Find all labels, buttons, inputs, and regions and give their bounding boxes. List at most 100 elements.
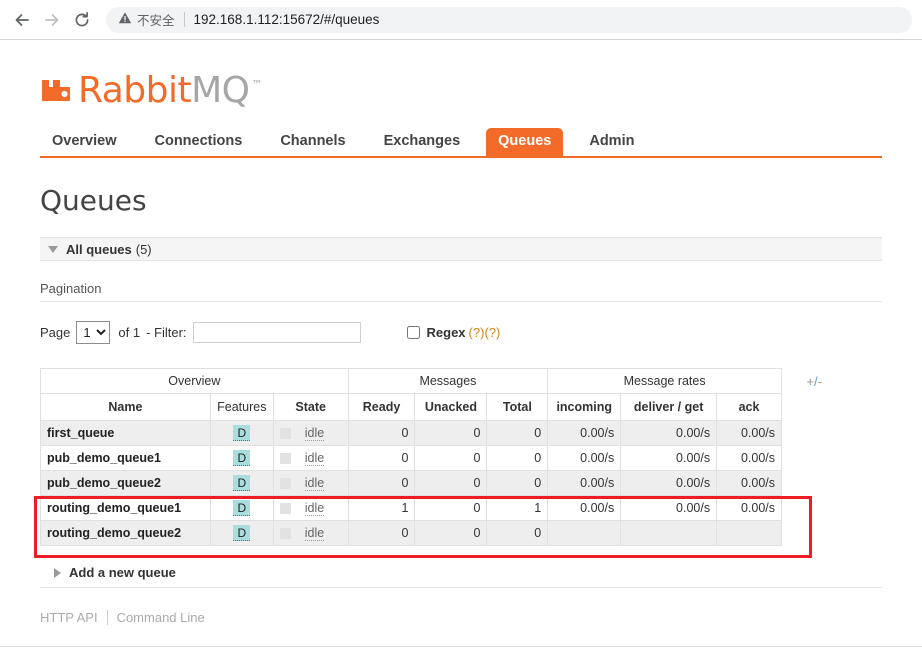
address-bar[interactable]: 不安全 192.168.1.112:15672/#/queues xyxy=(106,6,912,33)
durable-badge: D xyxy=(233,450,251,466)
queue-unacked: 0 xyxy=(414,445,488,471)
nav-item-exchanges[interactable]: Exchanges xyxy=(372,128,473,156)
table-row[interactable]: pub_demo_queue1 D idle 0 0 0 0.00/s 0.00… xyxy=(40,445,782,471)
queue-features: D xyxy=(209,520,274,546)
queue-incoming-rate: 0.00/s xyxy=(547,445,622,471)
table-group-header-row: Overview Messages Message rates xyxy=(40,368,782,394)
group-header-message-rates: Message rates xyxy=(547,368,782,394)
durable-badge: D xyxy=(233,525,251,541)
footer-links: HTTP API Command Line xyxy=(40,610,882,625)
queue-features: D xyxy=(209,495,274,521)
column-header-ready[interactable]: Ready xyxy=(347,393,416,421)
queue-unacked: 0 xyxy=(414,470,488,496)
arrow-right-icon xyxy=(42,10,62,30)
nav-item-connections[interactable]: Connections xyxy=(143,128,255,156)
queue-ready: 0 xyxy=(347,520,416,546)
nav-item-admin[interactable]: Admin xyxy=(577,128,646,156)
durable-badge: D xyxy=(233,500,251,516)
all-queues-count: (5) xyxy=(135,241,152,257)
queue-state: idle xyxy=(272,445,349,471)
group-header-messages: Messages xyxy=(347,368,549,394)
queue-ack-rate: 0.00/s xyxy=(716,470,782,496)
column-header-features: Features xyxy=(209,393,274,421)
regex-checkbox[interactable] xyxy=(406,326,420,339)
column-header-state[interactable]: State xyxy=(272,393,349,421)
state-indicator-icon xyxy=(279,502,291,514)
column-header-incoming[interactable]: incoming xyxy=(547,393,622,421)
state-indicator-icon xyxy=(279,527,291,539)
table-row[interactable]: routing_demo_queue2 D idle 0 0 0 xyxy=(40,520,782,546)
queue-incoming-rate: 0.00/s xyxy=(547,470,622,496)
queue-name[interactable]: pub_demo_queue2 xyxy=(40,470,211,496)
reload-button[interactable] xyxy=(67,5,97,35)
logo-word-rabbit: Rabbit xyxy=(78,70,192,111)
add-new-queue-label: Add a new queue xyxy=(69,565,176,580)
queue-ack-rate: 0.00/s xyxy=(716,445,782,471)
command-line-link[interactable]: Command Line xyxy=(117,610,205,625)
queue-ready: 0 xyxy=(347,470,416,496)
page-content: RabbitMQ ™ Overview Connections Channels … xyxy=(34,40,882,625)
regex-option: Regex (?) (?) xyxy=(406,325,500,340)
state-indicator-icon xyxy=(279,427,291,439)
add-new-queue-section[interactable]: Add a new queue xyxy=(40,564,882,588)
page-select[interactable]: 1 xyxy=(76,321,111,344)
state-label: idle xyxy=(304,450,325,466)
table-row[interactable]: pub_demo_queue2 D idle 0 0 0 0.00/s 0.00… xyxy=(40,470,782,496)
group-header-overview: Overview xyxy=(40,368,349,394)
queue-incoming-rate: 0.00/s xyxy=(547,420,622,446)
queue-total: 0 xyxy=(486,520,549,546)
page-viewport: RabbitMQ ™ Overview Connections Channels … xyxy=(0,40,922,671)
column-header-name[interactable]: Name xyxy=(40,393,211,421)
state-label: idle xyxy=(304,525,325,541)
reload-icon xyxy=(72,10,92,30)
column-header-total[interactable]: Total xyxy=(486,393,549,421)
durable-badge: D xyxy=(233,425,251,441)
page-label: Page xyxy=(40,325,71,340)
queue-name[interactable]: first_queue xyxy=(40,420,211,446)
table-row[interactable]: routing_demo_queue1 D idle 1 0 1 0.00/s … xyxy=(40,495,782,521)
nav-item-queues[interactable]: Queues xyxy=(486,128,564,156)
all-queues-section-header[interactable]: All queues (5) xyxy=(40,237,882,261)
queue-deliver-get-rate: 0.00/s xyxy=(620,495,718,521)
forward-button[interactable] xyxy=(37,5,67,35)
security-status[interactable]: 不安全 xyxy=(118,10,175,29)
state-label: idle xyxy=(304,500,325,516)
queue-ack-rate: 0.00/s xyxy=(716,495,782,521)
footer-divider xyxy=(106,610,108,625)
queue-name[interactable]: pub_demo_queue1 xyxy=(40,445,211,471)
column-header-unacked[interactable]: Unacked xyxy=(414,393,488,421)
nav-item-overview[interactable]: Overview xyxy=(40,128,129,156)
security-label: 不安全 xyxy=(137,14,175,28)
filter-input[interactable] xyxy=(192,322,361,343)
http-api-link[interactable]: HTTP API xyxy=(40,610,98,625)
rabbitmq-logo-icon xyxy=(40,70,74,104)
queue-ack-rate: 0.00/s xyxy=(716,420,782,446)
state-label: idle xyxy=(304,425,325,441)
nav-item-channels[interactable]: Channels xyxy=(268,128,357,156)
rabbitmq-logo[interactable]: RabbitMQ ™ xyxy=(40,40,882,111)
page-bottom-rule xyxy=(0,646,922,647)
url-text[interactable]: 192.168.1.112:15672/#/queues xyxy=(194,12,380,27)
queue-total: 0 xyxy=(486,420,549,446)
chevron-right-icon xyxy=(54,567,61,578)
filter-label: - Filter: xyxy=(146,325,187,340)
logo-trademark: ™ xyxy=(251,78,263,91)
queue-state: idle xyxy=(272,495,349,521)
column-header-deliver-get[interactable]: deliver / get xyxy=(620,393,718,421)
queue-name[interactable]: routing_demo_queue2 xyxy=(40,520,211,546)
queue-deliver-get-rate: 0.00/s xyxy=(620,445,718,471)
column-header-ack[interactable]: ack xyxy=(716,393,782,421)
queue-unacked: 0 xyxy=(414,420,488,446)
pagination-heading: Pagination xyxy=(40,281,882,302)
pagination-controls: Page 1 of 1 - Filter: Regex (?) (?) xyxy=(40,321,882,344)
table-header-row: Name Features State Ready Unacked Total … xyxy=(40,393,782,421)
queues-table-container: +/- Overview Messages Message rates Name xyxy=(34,368,822,558)
arrow-left-icon xyxy=(12,10,32,30)
queue-name[interactable]: routing_demo_queue1 xyxy=(40,495,211,521)
column-toggle-link[interactable]: +/- xyxy=(806,374,822,389)
table-row[interactable]: first_queue D idle 0 0 0 0.00/s 0.00/s 0… xyxy=(40,420,782,446)
queue-ready: 1 xyxy=(347,495,416,521)
regex-help-link-2[interactable]: (?) xyxy=(484,325,500,340)
back-button[interactable] xyxy=(7,5,37,35)
regex-help-link-1[interactable]: (?) xyxy=(469,325,485,340)
